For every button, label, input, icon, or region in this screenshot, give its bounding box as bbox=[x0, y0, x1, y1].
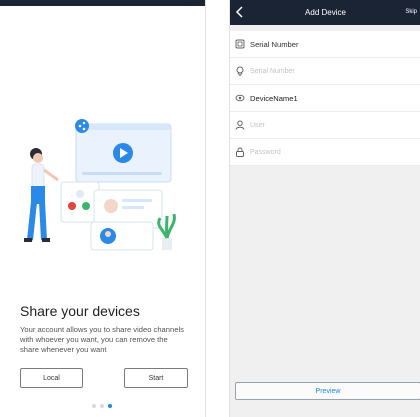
add-device-panel: Add Device Skip Serial Number Serial Num… bbox=[229, 0, 420, 417]
start-button[interactable]: Start bbox=[124, 368, 188, 388]
page-dot bbox=[92, 404, 96, 408]
page-dot bbox=[100, 404, 104, 408]
device-name-row[interactable]: DeviceName1 bbox=[230, 85, 420, 112]
user-input[interactable]: User bbox=[250, 122, 265, 129]
password-input[interactable]: Password bbox=[250, 149, 281, 156]
preview-button[interactable]: Preview bbox=[235, 382, 420, 400]
page-dot-active bbox=[108, 404, 112, 408]
device-name-input[interactable]: DeviceName1 bbox=[250, 94, 298, 103]
header-bar: Add Device Skip bbox=[230, 0, 420, 25]
share-illustration bbox=[24, 119, 176, 251]
location-pin-icon bbox=[235, 66, 245, 76]
onboarding-panel: Share your devices Your account allows y… bbox=[0, 0, 206, 417]
onboarding-title: Share your devices bbox=[20, 303, 140, 319]
serial-number-input[interactable]: Serial Number bbox=[250, 68, 295, 75]
page-indicator bbox=[92, 404, 112, 408]
skip-button[interactable]: Skip bbox=[405, 9, 417, 15]
eye-icon bbox=[235, 93, 245, 103]
device-form: Serial Number Serial Number DeviceName1 … bbox=[230, 31, 420, 166]
serial-number-row[interactable]: Serial Number bbox=[230, 31, 420, 58]
serial-number-label: Serial Number bbox=[250, 39, 299, 49]
status-bar bbox=[0, 0, 205, 6]
page-title: Add Device bbox=[305, 8, 346, 17]
onboarding-description: Your account allows you to share video c… bbox=[20, 325, 184, 354]
lock-icon bbox=[235, 147, 245, 157]
password-row[interactable]: Password bbox=[230, 139, 420, 166]
user-row[interactable]: User bbox=[230, 112, 420, 139]
serial-number-input-row[interactable]: Serial Number bbox=[230, 58, 420, 85]
user-icon bbox=[235, 120, 245, 130]
serial-icon bbox=[235, 39, 245, 49]
local-button[interactable]: Local bbox=[20, 368, 83, 388]
